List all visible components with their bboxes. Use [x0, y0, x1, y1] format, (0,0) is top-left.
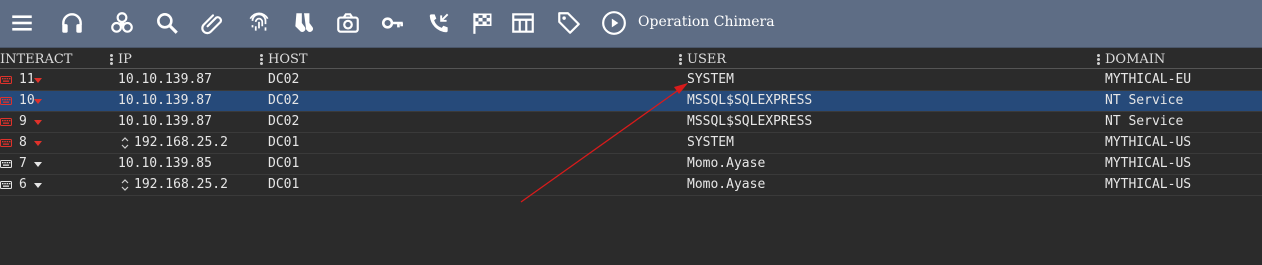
user-cell: SYSTEM	[687, 135, 734, 150]
keyboard-icon[interactable]	[0, 118, 12, 126]
caret-down-icon[interactable]	[34, 120, 42, 125]
paperclip-icon[interactable]	[198, 8, 228, 38]
column-menu-icon[interactable]	[679, 54, 682, 65]
play-circle-icon[interactable]	[599, 8, 629, 38]
fingerprint-icon[interactable]	[244, 8, 274, 38]
table-icon[interactable]	[508, 8, 538, 38]
socks-icon[interactable]	[289, 8, 319, 38]
header-host[interactable]: HOST	[268, 52, 308, 67]
caret-down-icon[interactable]	[34, 141, 42, 146]
sort-icon[interactable]	[121, 137, 129, 149]
domain-cell: MYTHICAL-US	[1105, 135, 1192, 150]
phone-callback-icon[interactable]	[424, 8, 454, 38]
checkered-flag-icon[interactable]	[467, 8, 497, 38]
operation-name: Operation Chimera	[638, 14, 775, 30]
caret-down-icon[interactable]	[34, 162, 42, 167]
table-row[interactable]: 9 10.10.139.87 DC02 MSSQL$SQLEXPRESS NT …	[0, 112, 1262, 133]
host-cell: DC01	[268, 135, 300, 150]
ip-cell: 10.10.139.87	[118, 72, 212, 87]
sort-icon[interactable]	[121, 179, 129, 191]
callback-id[interactable]: 8	[19, 135, 27, 150]
callback-id[interactable]: 9	[19, 114, 27, 129]
table-row[interactable]: 10 10.10.139.87 DC02 MSSQL$SQLEXPRESS NT…	[0, 91, 1262, 112]
table-row[interactable]: 8 192.168.25.2 DC01 SYSTEM MYTHICAL-US	[0, 133, 1262, 154]
caret-down-icon[interactable]	[34, 183, 42, 188]
domain-cell: MYTHICAL-EU	[1105, 72, 1192, 87]
keyboard-icon[interactable]	[0, 76, 12, 84]
keyboard-icon[interactable]	[0, 181, 12, 189]
callback-id[interactable]: 6	[19, 177, 27, 192]
user-cell: SYSTEM	[687, 72, 734, 87]
ip-cell: 10.10.139.87	[118, 93, 212, 108]
domain-cell: NT Service	[1105, 93, 1184, 108]
table-row[interactable]: 7 10.10.139.85 DC01 Momo.Ayase MYTHICAL-…	[0, 154, 1262, 175]
caret-down-icon[interactable]	[34, 78, 42, 83]
user-cell: Momo.Ayase	[687, 156, 766, 171]
user-cell: Momo.Ayase	[687, 177, 766, 192]
header-ip[interactable]: IP	[118, 52, 132, 67]
ip-cell: 192.168.25.2	[134, 135, 228, 150]
callbacks-table-body: 11 10.10.139.87 DC02 SYSTEM MYTHICAL-EU …	[0, 70, 1262, 196]
callback-id[interactable]: 7	[19, 156, 27, 171]
tag-icon[interactable]	[554, 8, 584, 38]
biohazard-icon[interactable]	[107, 8, 137, 38]
ip-cell: 10.10.139.87	[118, 114, 212, 129]
column-menu-icon[interactable]	[1097, 54, 1100, 65]
ip-cell: 10.10.139.85	[118, 156, 212, 171]
user-cell: MSSQL$SQLEXPRESS	[687, 93, 813, 108]
menu-icon[interactable]	[7, 8, 37, 38]
user-cell: MSSQL$SQLEXPRESS	[687, 114, 813, 129]
domain-cell: MYTHICAL-US	[1105, 177, 1192, 192]
keyboard-icon[interactable]	[0, 97, 12, 105]
camera-icon[interactable]	[333, 8, 363, 38]
callback-id[interactable]: 11	[19, 72, 35, 87]
keyboard-icon[interactable]	[0, 160, 12, 168]
column-menu-icon[interactable]	[110, 54, 113, 65]
host-cell: DC02	[268, 93, 300, 108]
header-user[interactable]: USER	[687, 52, 726, 67]
host-cell: DC02	[268, 114, 300, 129]
host-cell: DC02	[268, 72, 300, 87]
header-interact[interactable]: INTERACT	[0, 52, 72, 67]
keyboard-icon[interactable]	[0, 139, 12, 147]
key-icon[interactable]	[378, 8, 408, 38]
column-menu-icon[interactable]	[260, 54, 263, 65]
header-domain[interactable]: DOMAIN	[1105, 52, 1165, 67]
domain-cell: NT Service	[1105, 114, 1184, 129]
table-header: INTERACT IP HOST USER DOMAIN	[0, 50, 1262, 69]
table-row[interactable]: 11 10.10.139.87 DC02 SYSTEM MYTHICAL-EU	[0, 70, 1262, 91]
ip-cell: 192.168.25.2	[134, 177, 228, 192]
host-cell: DC01	[268, 177, 300, 192]
host-cell: DC01	[268, 156, 300, 171]
search-icon[interactable]	[152, 8, 182, 38]
domain-cell: MYTHICAL-US	[1105, 156, 1192, 171]
headphones-icon[interactable]	[57, 8, 87, 38]
caret-down-icon[interactable]	[34, 99, 42, 104]
callback-id[interactable]: 10	[19, 93, 35, 108]
table-row[interactable]: 6 192.168.25.2 DC01 Momo.Ayase MYTHICAL-…	[0, 175, 1262, 196]
top-toolbar: Operation Chimera	[0, 0, 1262, 48]
